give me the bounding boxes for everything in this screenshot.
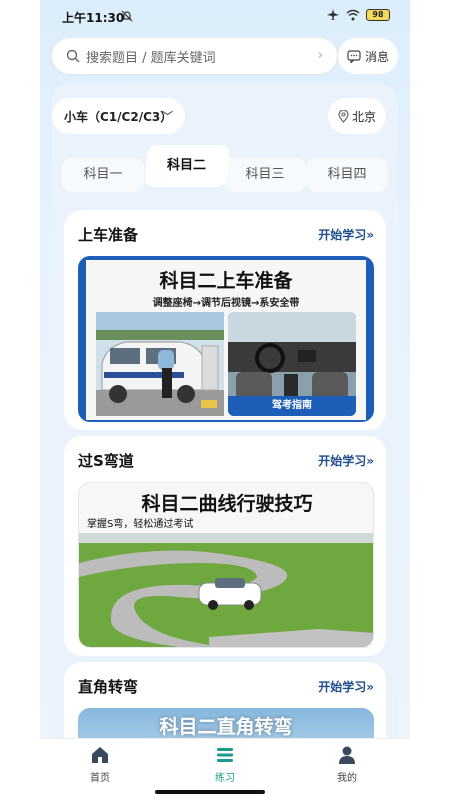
nav-home[interactable]: 首页: [60, 745, 140, 784]
section-title: 过S弯道: [78, 452, 134, 470]
subject-tabs: 科目一 科目二 科目三 科目四: [62, 145, 388, 195]
status-bar: 上午11:30 98: [40, 0, 410, 34]
banner-title: 科目二上车准备: [159, 270, 293, 292]
nav-practice-label: 练习: [215, 773, 235, 784]
section-title: 直角转弯: [78, 678, 139, 696]
profile-icon: [339, 746, 355, 764]
start-learning-link[interactable]: 开始学习»: [318, 678, 374, 695]
car-exterior-image: [96, 312, 224, 416]
tab-subject-4[interactable]: 科目四: [306, 158, 388, 192]
messages-button[interactable]: 消息: [338, 38, 398, 74]
tab-subject-2[interactable]: 科目二: [143, 145, 231, 187]
car-type-selector[interactable]: 小车（C1/C2/C3） ﹀: [52, 98, 185, 134]
home-indicator[interactable]: [155, 790, 265, 794]
banner-subtitle: 调整座椅→调节后视镜→系安全带: [152, 298, 300, 309]
white-car: [198, 578, 262, 610]
city-selector[interactable]: 北京: [328, 98, 386, 134]
nav-profile[interactable]: 我的: [307, 745, 387, 784]
tab-subject-1[interactable]: 科目一: [62, 158, 144, 192]
app-screen: 上午11:30 98 搜索题目 / 题库关键词 › 消息 小车（C1/C2/C3…: [40, 0, 410, 800]
banner-inner: 科目二上车准备 调整座椅→调节后视镜→系安全带 驾考指南: [86, 260, 366, 420]
city-label: 北京: [351, 109, 376, 124]
chat-bubble-icon: [347, 49, 361, 63]
airplane-icon: [327, 9, 339, 20]
chevron-right-icon: ›: [317, 48, 323, 63]
banner-subtitle: 掌握S弯，轻松通过考试: [87, 519, 194, 530]
status-icons: 98: [326, 9, 390, 21]
muted-bell-icon: [121, 10, 133, 22]
messages-label: 消息: [364, 49, 389, 64]
battery-icon: 98: [366, 9, 390, 21]
tab-subject-2-label: 科目二: [167, 158, 207, 173]
s-curve-track-image: [79, 533, 373, 647]
search-placeholder: 搜索题目 / 题库关键词: [86, 50, 216, 66]
car-type-label: 小车（C1/C2/C3）: [64, 109, 173, 124]
search-icon: [66, 49, 80, 63]
banner-title: 科目二直角转弯: [159, 716, 293, 738]
car-interior-image: 驾考指南: [228, 312, 356, 416]
section-card-s-curve: 过S弯道 开始学习» 科目二曲线行驶技巧 掌握S弯，轻松通过考试: [64, 436, 386, 656]
section-title: 上车准备: [78, 226, 139, 244]
nav-home-label: 首页: [90, 773, 110, 784]
section-card-boarding: 上车准备 开始学习» 科目二上车准备 调整座椅→调节后视镜→系安全带 驾考指南: [64, 210, 386, 430]
status-time: 上午11:30: [62, 11, 125, 25]
search-bar[interactable]: 搜索题目 / 题库关键词 ›: [52, 38, 337, 74]
wifi-icon: [346, 9, 360, 21]
location-pin-icon: [338, 109, 349, 123]
practice-icon: [217, 748, 233, 762]
tab-subject-3[interactable]: 科目三: [224, 158, 306, 192]
section-banner[interactable]: 科目二曲线行驶技巧 掌握S弯，轻松通过考试: [78, 482, 374, 648]
home-icon: [92, 747, 108, 763]
chevron-down-icon: ﹀: [162, 110, 173, 123]
banner-title: 科目二曲线行驶技巧: [141, 493, 313, 515]
section-banner[interactable]: 科目二上车准备 调整座椅→调节后视镜→系安全带 驾考指南: [78, 256, 374, 422]
start-learning-link[interactable]: 开始学习»: [318, 226, 374, 243]
start-learning-link[interactable]: 开始学习»: [318, 452, 374, 469]
banner-caption: 驾考指南: [228, 396, 356, 416]
left-margin: [0, 0, 40, 800]
nav-practice[interactable]: 练习: [185, 745, 265, 784]
nav-profile-label: 我的: [337, 773, 357, 784]
right-margin: [410, 0, 450, 800]
